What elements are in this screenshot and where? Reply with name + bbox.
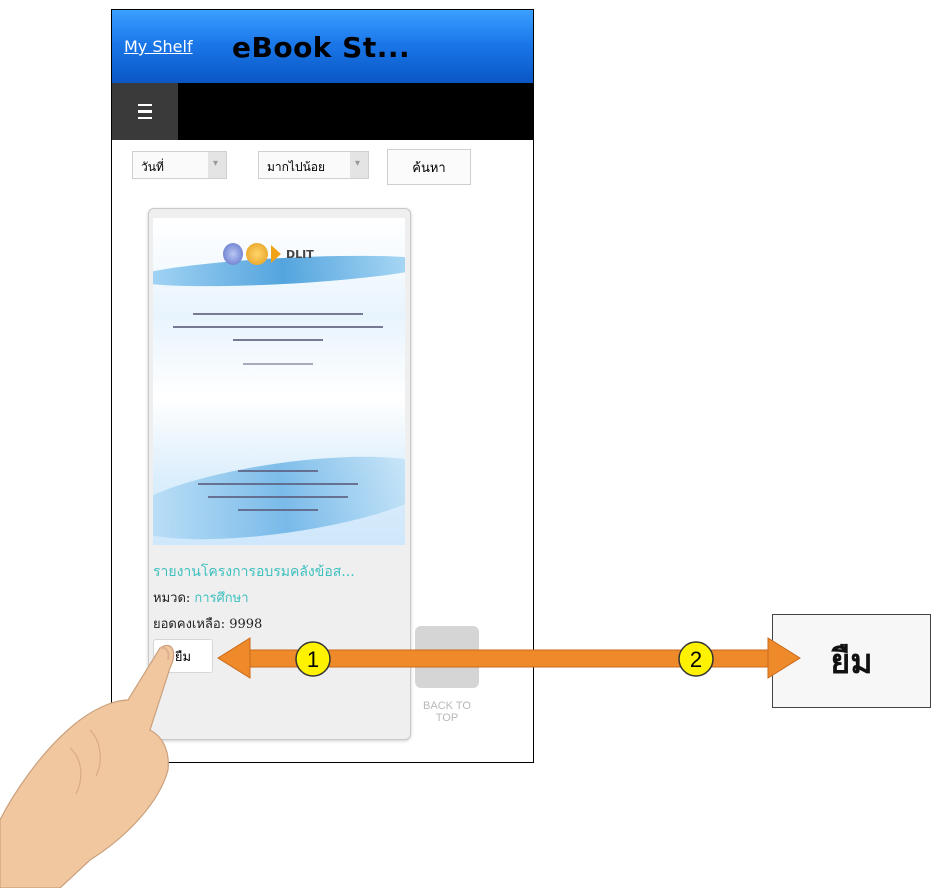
annotation-overlay: 1 2 [0,637,801,888]
svg-text:2: 2 [690,647,702,672]
step-1-marker: 1 [295,641,331,677]
step-2-marker: 2 [678,641,714,677]
pointing-hand-icon [0,644,175,888]
svg-text:1: 1 [307,647,319,672]
